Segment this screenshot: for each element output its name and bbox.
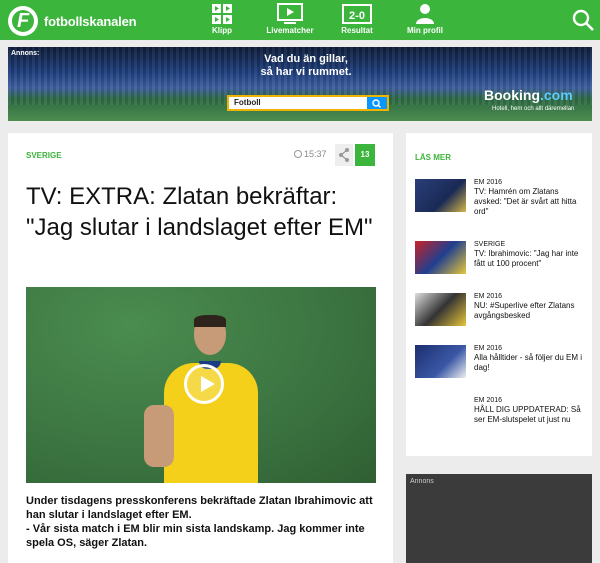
tv-icon xyxy=(262,3,318,25)
sidebar-item[interactable]: EM 2016 HÅLL DIG UPPDATERAD: Så ser EM-s… xyxy=(415,396,587,446)
sidebar-item-title: NU: #Superlive efter Zlatans avgångsbesk… xyxy=(474,301,575,320)
site-logo[interactable]: F fotbollskanalen xyxy=(8,6,137,36)
sidebar-item-title: TV: Ibrahimovic: "Jag har inte fått ut 1… xyxy=(474,249,579,268)
sidebar-item-category: EM 2016 xyxy=(474,397,503,404)
article-lead: Under tisdagens presskonferens bekräftad… xyxy=(26,494,376,550)
read-more-sidebar: LÄS MER EM 2016 TV: Hamrén om Zlatans av… xyxy=(406,133,592,456)
sidebar-thumbnail xyxy=(415,179,466,212)
article-card: SVERIGE 15:37 13 TV: EXTRA: Zlatan bekrä… xyxy=(8,133,393,563)
booking-suffix: .com xyxy=(540,87,573,103)
nav-klipp[interactable]: Klipp xyxy=(202,3,242,39)
grid-icon xyxy=(202,3,242,25)
nav-klipp-label: Klipp xyxy=(212,26,232,35)
sidebar-item-title: TV: Hamrén om Zlatans avsked: "Det är sv… xyxy=(474,187,577,216)
video-player[interactable] xyxy=(26,287,376,483)
scoreboard-icon: 2-0 xyxy=(334,3,380,25)
booking-logo: Booking.com xyxy=(484,87,573,103)
ad-tagline: Vad du än gillar, så har vi rummet. xyxy=(226,53,386,79)
ad-banner[interactable]: Annons: Vad du än gillar, så har vi rumm… xyxy=(8,47,592,121)
share-button[interactable] xyxy=(335,144,353,166)
nav-min-profil[interactable]: Min profil xyxy=(402,3,448,39)
nav-resultat-label: Resultat xyxy=(341,26,373,35)
sidebar-item-category: EM 2016 xyxy=(474,293,503,300)
article-lead-p2: - Vår sista match i EM blir min sista la… xyxy=(26,523,365,549)
ad-tagline-line1: Vad du än gillar, xyxy=(264,53,348,65)
sidebar-item-category: SVERIGE xyxy=(474,241,506,248)
sidebar-thumbnail xyxy=(415,241,466,274)
search-icon xyxy=(372,99,381,108)
ad-search-button[interactable] xyxy=(367,97,387,109)
scoreboard-text: 2-0 xyxy=(349,10,365,22)
play-icon[interactable] xyxy=(184,364,224,404)
ad-tagline-line2: så har vi rummet. xyxy=(260,66,352,78)
sidebar-item[interactable]: EM 2016 Alla hålltider - så följer du EM… xyxy=(415,344,587,384)
article-time: 15:37 xyxy=(294,149,327,159)
article-headline: TV: EXTRA: Zlatan bekräftar: "Jag slutar… xyxy=(26,183,373,241)
sidebar-item-category: EM 2016 xyxy=(474,345,503,352)
article-time-text: 15:37 xyxy=(304,149,327,159)
sidebar-ad[interactable]: Annons xyxy=(406,474,592,563)
booking-brand: Booking xyxy=(484,87,540,103)
sidebar-thumbnail xyxy=(415,345,466,378)
sidebar-item[interactable]: SVERIGE TV: Ibrahimovic: "Jag har inte f… xyxy=(415,240,587,280)
nav-resultat[interactable]: 2-0 Resultat xyxy=(334,3,380,39)
sidebar-thumbnail xyxy=(415,293,466,326)
nav-livematcher-label: Livematcher xyxy=(266,26,314,35)
logo-text: fotbollskanalen xyxy=(44,13,137,29)
sidebar-item-title: Alla hålltider - så följer du EM i dag! xyxy=(474,353,583,372)
article-lead-p1: Under tisdagens presskonferens bekräftad… xyxy=(26,495,373,521)
sidebar-ad-label: Annons xyxy=(410,478,434,485)
share-count[interactable]: 13 xyxy=(355,144,375,166)
sidebar-heading: LÄS MER xyxy=(415,153,451,162)
nav-livematcher[interactable]: Livematcher xyxy=(262,3,318,39)
ad-search-value: Fotboll xyxy=(234,98,261,107)
sidebar-item[interactable]: EM 2016 TV: Hamrén om Zlatans avsked: "D… xyxy=(415,178,587,218)
logo-icon: F xyxy=(8,6,38,36)
share-icon xyxy=(339,148,349,162)
sidebar-item[interactable]: EM 2016 NU: #Superlive efter Zlatans avg… xyxy=(415,292,587,332)
search-icon[interactable] xyxy=(572,9,594,31)
ad-label: Annons: xyxy=(11,50,40,57)
clock-icon xyxy=(294,150,302,158)
site-header: F fotbollskanalen Klipp Livematcher 2-0 … xyxy=(0,0,600,40)
sidebar-item-title: HÅLL DIG UPPDATERAD: Så ser EM-slutspele… xyxy=(474,405,581,424)
nav-min-profil-label: Min profil xyxy=(407,26,443,35)
booking-subtitle: Hotell, hem och allt däremellan xyxy=(492,106,575,112)
user-icon xyxy=(402,3,448,25)
sidebar-item-category: EM 2016 xyxy=(474,179,503,186)
article-category[interactable]: SVERIGE xyxy=(26,151,62,160)
ad-search-field[interactable]: Fotboll xyxy=(227,95,389,111)
